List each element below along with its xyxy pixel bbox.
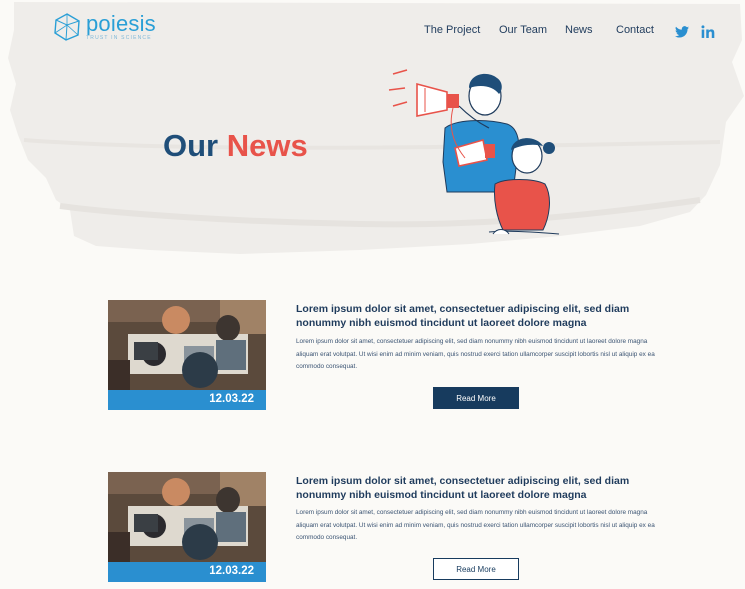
article-title[interactable]: Lorem ipsum dolor sit amet, consectetuer… <box>296 474 666 502</box>
article-excerpt: Lorem ipsum dolor sit amet, consectetuer… <box>296 338 655 371</box>
page-title: Our News <box>163 128 308 164</box>
article-excerpt: Lorem ipsum dolor sit amet, consectetuer… <box>296 509 655 542</box>
article-date-bar: 12.03.22 <box>108 390 266 410</box>
linkedin-icon[interactable] <box>701 24 715 40</box>
megaphone-people-illustration <box>388 69 560 235</box>
page-title-our: Our <box>163 128 219 163</box>
nav-item-our-team[interactable]: Our Team <box>499 24 547 36</box>
page-title-news: News <box>226 128 308 163</box>
site-header: poiesis TRUST IN SCIENCE The Project Our… <box>0 0 745 60</box>
article-date: 12.03.22 <box>209 393 254 405</box>
read-more-button[interactable]: Read More <box>433 558 519 580</box>
article-image <box>108 472 266 562</box>
nav-item-contact[interactable]: Contact <box>616 24 654 36</box>
article-image <box>108 300 266 390</box>
article-thumbnail[interactable]: 12.03.22 <box>108 300 266 410</box>
article-title[interactable]: Lorem ipsum dolor sit amet, consectetuer… <box>296 302 666 330</box>
main-nav: The Project Our Team News Contact <box>0 24 745 42</box>
nav-item-news[interactable]: News <box>565 24 593 36</box>
read-more-button[interactable]: Read More <box>433 387 519 409</box>
nav-item-the-project[interactable]: The Project <box>424 24 480 36</box>
article-thumbnail[interactable]: 12.03.22 <box>108 472 266 582</box>
twitter-icon[interactable] <box>675 24 689 40</box>
article-date-bar: 12.03.22 <box>108 562 266 582</box>
article-date: 12.03.22 <box>209 565 254 577</box>
